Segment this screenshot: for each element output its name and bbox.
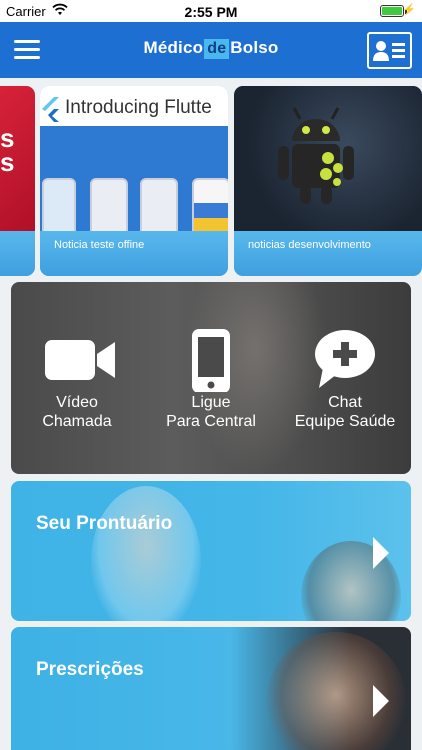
news-card-image xyxy=(234,86,422,231)
phone-icon xyxy=(192,329,230,392)
charging-icon: ⚡ xyxy=(402,4,416,16)
prescricoes-banner[interactable]: Prescrições xyxy=(11,627,411,750)
flutter-banner xyxy=(40,126,228,231)
chat-label-line1: Chat xyxy=(328,394,362,411)
chevron-right-icon xyxy=(373,685,389,717)
chat-label-line2: Equipe Saúde xyxy=(294,413,396,430)
news-card-image: ss xyxy=(0,86,35,231)
video-call-label: Vídeo Chamada xyxy=(31,393,123,431)
status-time: 2:55 PM xyxy=(184,4,238,20)
news-carousel[interactable]: ss Introducing Flutte Noticia teste offi… xyxy=(0,86,422,276)
doctor-photo xyxy=(91,486,201,621)
video-camera-icon xyxy=(45,340,115,380)
call-center-label: Ligue Para Central xyxy=(155,393,267,431)
call-center-label-line2: Para Central xyxy=(166,413,256,430)
flutter-logo-icon xyxy=(42,97,59,122)
prontuario-banner[interactable]: Seu Prontuário xyxy=(11,481,411,621)
video-call-label-line2: Chamada xyxy=(42,413,112,430)
battery-icon xyxy=(380,5,404,17)
news-card[interactable]: noticias desenvolvimento xyxy=(234,86,422,276)
status-bar: Carrier 2:55 PM ⚡ xyxy=(0,0,422,22)
call-center-button[interactable]: Ligue Para Central xyxy=(155,282,267,474)
video-call-label-line1: Vídeo xyxy=(56,394,98,411)
chat-button[interactable]: Chat Equipe Saúde xyxy=(289,282,401,474)
news-card-image-text: Introducing Flutte xyxy=(65,97,212,118)
logo-part-1: Médico xyxy=(143,38,204,57)
news-card-partial[interactable]: ss xyxy=(0,86,35,276)
app-logo: Médico de Bolso xyxy=(0,38,422,59)
news-card-caption: Noticia teste offine xyxy=(40,231,228,276)
chat-plus-icon xyxy=(315,330,375,388)
prontuario-title: Seu Prontuário xyxy=(36,513,173,534)
chat-label: Chat Equipe Saúde xyxy=(289,393,401,431)
call-center-label-line1: Ligue xyxy=(191,394,231,411)
news-card-image: Introducing Flutte xyxy=(40,86,228,231)
news-card[interactable]: Introducing Flutte Noticia teste offine xyxy=(40,86,228,276)
chevron-right-icon xyxy=(373,537,389,569)
id-card-icon[interactable] xyxy=(367,32,412,69)
services-panel: Vídeo Chamada Ligue Para Central Chat Eq… xyxy=(11,282,411,474)
nav-bar: Médico de Bolso xyxy=(0,22,422,78)
news-card-caption: noticias desenvolvimento xyxy=(234,231,422,276)
logo-part-2: de xyxy=(204,39,230,59)
news-card-caption-bar xyxy=(0,231,35,276)
video-call-button[interactable]: Vídeo Chamada xyxy=(31,282,123,474)
logo-part-3: Bolso xyxy=(230,38,279,57)
android-robot-icon xyxy=(278,107,354,204)
prescricoes-title: Prescrições xyxy=(36,659,144,680)
